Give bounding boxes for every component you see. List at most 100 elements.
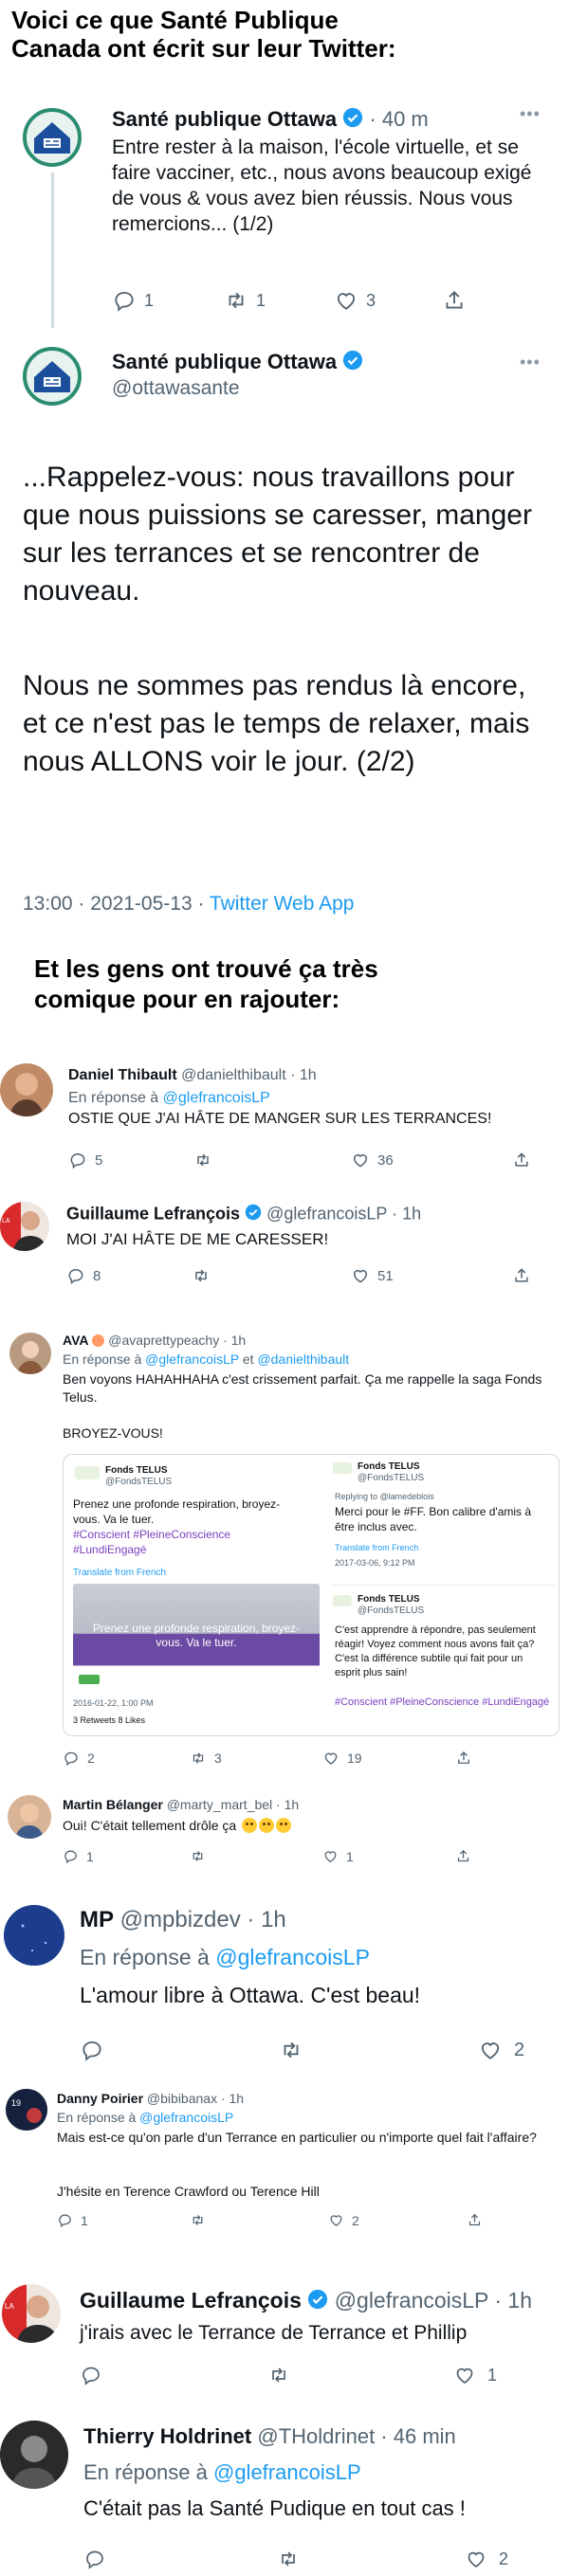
reply-icon — [83, 2367, 100, 2386]
reply-in-response-user[interactable]: @glefrancoisLP — [213, 2460, 361, 2484]
reply-icon — [64, 1850, 77, 1864]
like-button[interactable]: 19 — [322, 1750, 455, 1767]
share-button[interactable] — [467, 2212, 483, 2228]
ottawa-health-avatar[interactable] — [23, 347, 82, 406]
like-button[interactable]: 2 — [478, 2038, 524, 2062]
reply-actions: 2 — [80, 2038, 554, 2062]
user-avatar[interactable]: LA — [0, 1202, 49, 1251]
tweet-author-handle[interactable]: @ottawasante — [112, 377, 240, 400]
reply-author-name[interactable]: Martin Bélanger — [63, 1797, 163, 1812]
reply-tweet[interactable]: Thierry Holdrinet @THoldrinet · 46 min E… — [0, 2407, 569, 2576]
reply-in-response-user[interactable]: @glefrancoisLP — [215, 1945, 370, 1969]
retweet-button[interactable] — [267, 2364, 453, 2386]
embedded-image[interactable]: Fonds TELUS @FondsTELUS Prenez une profo… — [63, 1454, 560, 1736]
reply-author-handle[interactable]: @THoldrinet · 46 min — [257, 2424, 455, 2448]
retweet-button[interactable]: 3 — [190, 1750, 322, 1767]
reply-count: 5 — [95, 1152, 103, 1169]
reply-button[interactable]: 2 — [63, 1750, 190, 1767]
user-avatar[interactable] — [8, 1795, 51, 1839]
reply-author-name[interactable]: AVA — [63, 1333, 88, 1348]
share-button[interactable] — [512, 1151, 531, 1170]
reply-author-handle[interactable]: @avaprettypeachy · 1h — [108, 1333, 246, 1348]
reply-text: L'amour libre à Ottawa. C'est beau! — [80, 1983, 421, 2007]
reply-author-handle[interactable]: @marty_mart_bel · 1h — [167, 1797, 299, 1812]
like-count: 1 — [346, 1848, 354, 1864]
reply-button[interactable]: 1 — [112, 288, 224, 313]
tweet-author-name[interactable]: Santé publique Ottawa — [112, 350, 337, 373]
like-button[interactable]: 1 — [453, 2364, 497, 2386]
reply-tweet[interactable]: Daniel Thibault @danielthibault · 1h En … — [0, 1060, 569, 1183]
tweet-author-name[interactable]: Santé publique Ottawa — [112, 107, 337, 131]
like-button[interactable]: 3 — [334, 288, 442, 313]
user-avatar[interactable] — [0, 2421, 68, 2489]
reply-author-handle[interactable]: @glefrancoisLP · 1h — [335, 2288, 532, 2313]
share-button[interactable] — [442, 288, 467, 313]
retweet-button[interactable] — [192, 1266, 351, 1285]
reply-author-name[interactable]: Thierry Holdrinet — [83, 2424, 251, 2448]
tweet-timestamp[interactable]: 13:00 · 2021-05-13 · — [23, 893, 210, 915]
retweet-button[interactable] — [277, 2548, 465, 2570]
tweet-2[interactable]: Santé publique Ottawa @ottawasante ••• .… — [0, 339, 569, 927]
house-logo-icon — [34, 122, 70, 154]
more-options-icon[interactable]: ••• — [520, 104, 541, 124]
reply-button[interactable]: 5 — [68, 1151, 193, 1170]
reply-tweet[interactable]: Martin Bélanger @marty_mart_bel · 1h Oui… — [0, 1791, 569, 1886]
ottawa-health-avatar[interactable] — [23, 108, 82, 167]
like-button[interactable]: 2 — [465, 2548, 508, 2570]
share-button[interactable] — [455, 1848, 471, 1864]
reply-in-response-user[interactable]: @glefrancoisLP — [163, 1090, 270, 1106]
reply-tweet[interactable]: 19 Danny Poirier @bibibanax · 1h En répo… — [0, 2085, 569, 2228]
like-button[interactable]: 2 — [328, 2212, 467, 2228]
reply-author-name[interactable]: Danny Poirier — [57, 2091, 143, 2106]
reply-button[interactable] — [80, 2038, 279, 2062]
retweet-button[interactable] — [190, 1848, 322, 1864]
tweet-time[interactable]: · 40 m — [369, 107, 428, 131]
reply-author-handle[interactable]: @mpbizdev · 1h — [120, 1907, 286, 1932]
user-avatar[interactable] — [9, 1333, 51, 1374]
reply-button[interactable] — [83, 2548, 277, 2570]
retweet-icon — [195, 1269, 207, 1282]
share-button[interactable] — [455, 1750, 472, 1767]
telus-logo-icon — [333, 1462, 352, 1474]
user-avatar[interactable] — [0, 1063, 53, 1116]
reply-author-name[interactable]: Guillaume Lefrançois — [66, 1204, 240, 1223]
reply-tweet[interactable]: MP @mpbizdev · 1h En réponse à @glefranc… — [0, 1896, 569, 2076]
reply-button[interactable]: 1 — [57, 2212, 190, 2228]
share-button[interactable] — [512, 1266, 531, 1285]
reply-author-name[interactable]: MP — [80, 1907, 114, 1932]
reply-tweet[interactable]: LA Guillaume Lefrançois @glefrancoisLP ·… — [0, 1196, 569, 1300]
like-button[interactable]: 1 — [322, 1848, 455, 1864]
user-avatar[interactable] — [4, 1905, 64, 1966]
more-options-icon[interactable]: ••• — [520, 353, 541, 372]
reply-author-handle[interactable]: @bibibanax · 1h — [147, 2091, 244, 2106]
reply-author-handle[interactable]: @glefrancoisLP · 1h — [266, 1204, 421, 1223]
reply-text-2: BROYEZ-VOUS! — [63, 1425, 163, 1441]
reply-in-response-user[interactable]: @glefrancoisLP — [145, 1351, 239, 1367]
reply-author-handle[interactable]: @danielthibault · 1h — [181, 1067, 317, 1083]
tweet-1[interactable]: Santé publique Ottawa · 40 m ••• Entre r… — [0, 91, 569, 328]
reply-text-2: J'hésite en Terence Crawford ou Terence … — [57, 2184, 320, 2199]
reply-author-name[interactable]: Daniel Thibault — [68, 1067, 177, 1083]
reply-tweet[interactable]: LA Guillaume Lefrançois @glefrancoisLP ·… — [0, 2275, 569, 2386]
embed-left-text: Prenez une profonde respiration, broyez-… — [73, 1497, 281, 1526]
reply-button[interactable] — [80, 2364, 267, 2386]
reply-in-response-user-2[interactable]: @danielthibault — [257, 1351, 349, 1367]
reply-button[interactable]: 1 — [63, 1848, 190, 1864]
telus-logo-icon — [75, 1466, 100, 1479]
reply-button[interactable]: 8 — [66, 1266, 192, 1285]
reply-in-response-label: En réponse à — [68, 1090, 163, 1106]
like-count: 51 — [377, 1267, 394, 1284]
retweet-button[interactable] — [190, 2212, 328, 2228]
user-avatar[interactable]: LA — [2, 2284, 61, 2343]
retweet-button[interactable]: 1 — [224, 288, 334, 313]
like-button[interactable]: 36 — [351, 1151, 512, 1170]
retweet-button[interactable] — [193, 1151, 351, 1170]
tweet-source-app[interactable]: Twitter Web App — [210, 893, 355, 915]
reply-in-response-user[interactable]: @glefrancoisLP — [139, 2110, 233, 2125]
retweet-button[interactable] — [279, 2038, 478, 2062]
like-button[interactable]: 51 — [351, 1266, 512, 1285]
reply-tweet[interactable]: AVA @avaprettypeachy · 1h En réponse à @… — [0, 1327, 569, 1791]
user-avatar[interactable]: 19 — [6, 2089, 47, 2131]
peach-emoji-icon — [92, 1334, 105, 1347]
reply-author-name[interactable]: Guillaume Lefrançois — [80, 2288, 302, 2313]
